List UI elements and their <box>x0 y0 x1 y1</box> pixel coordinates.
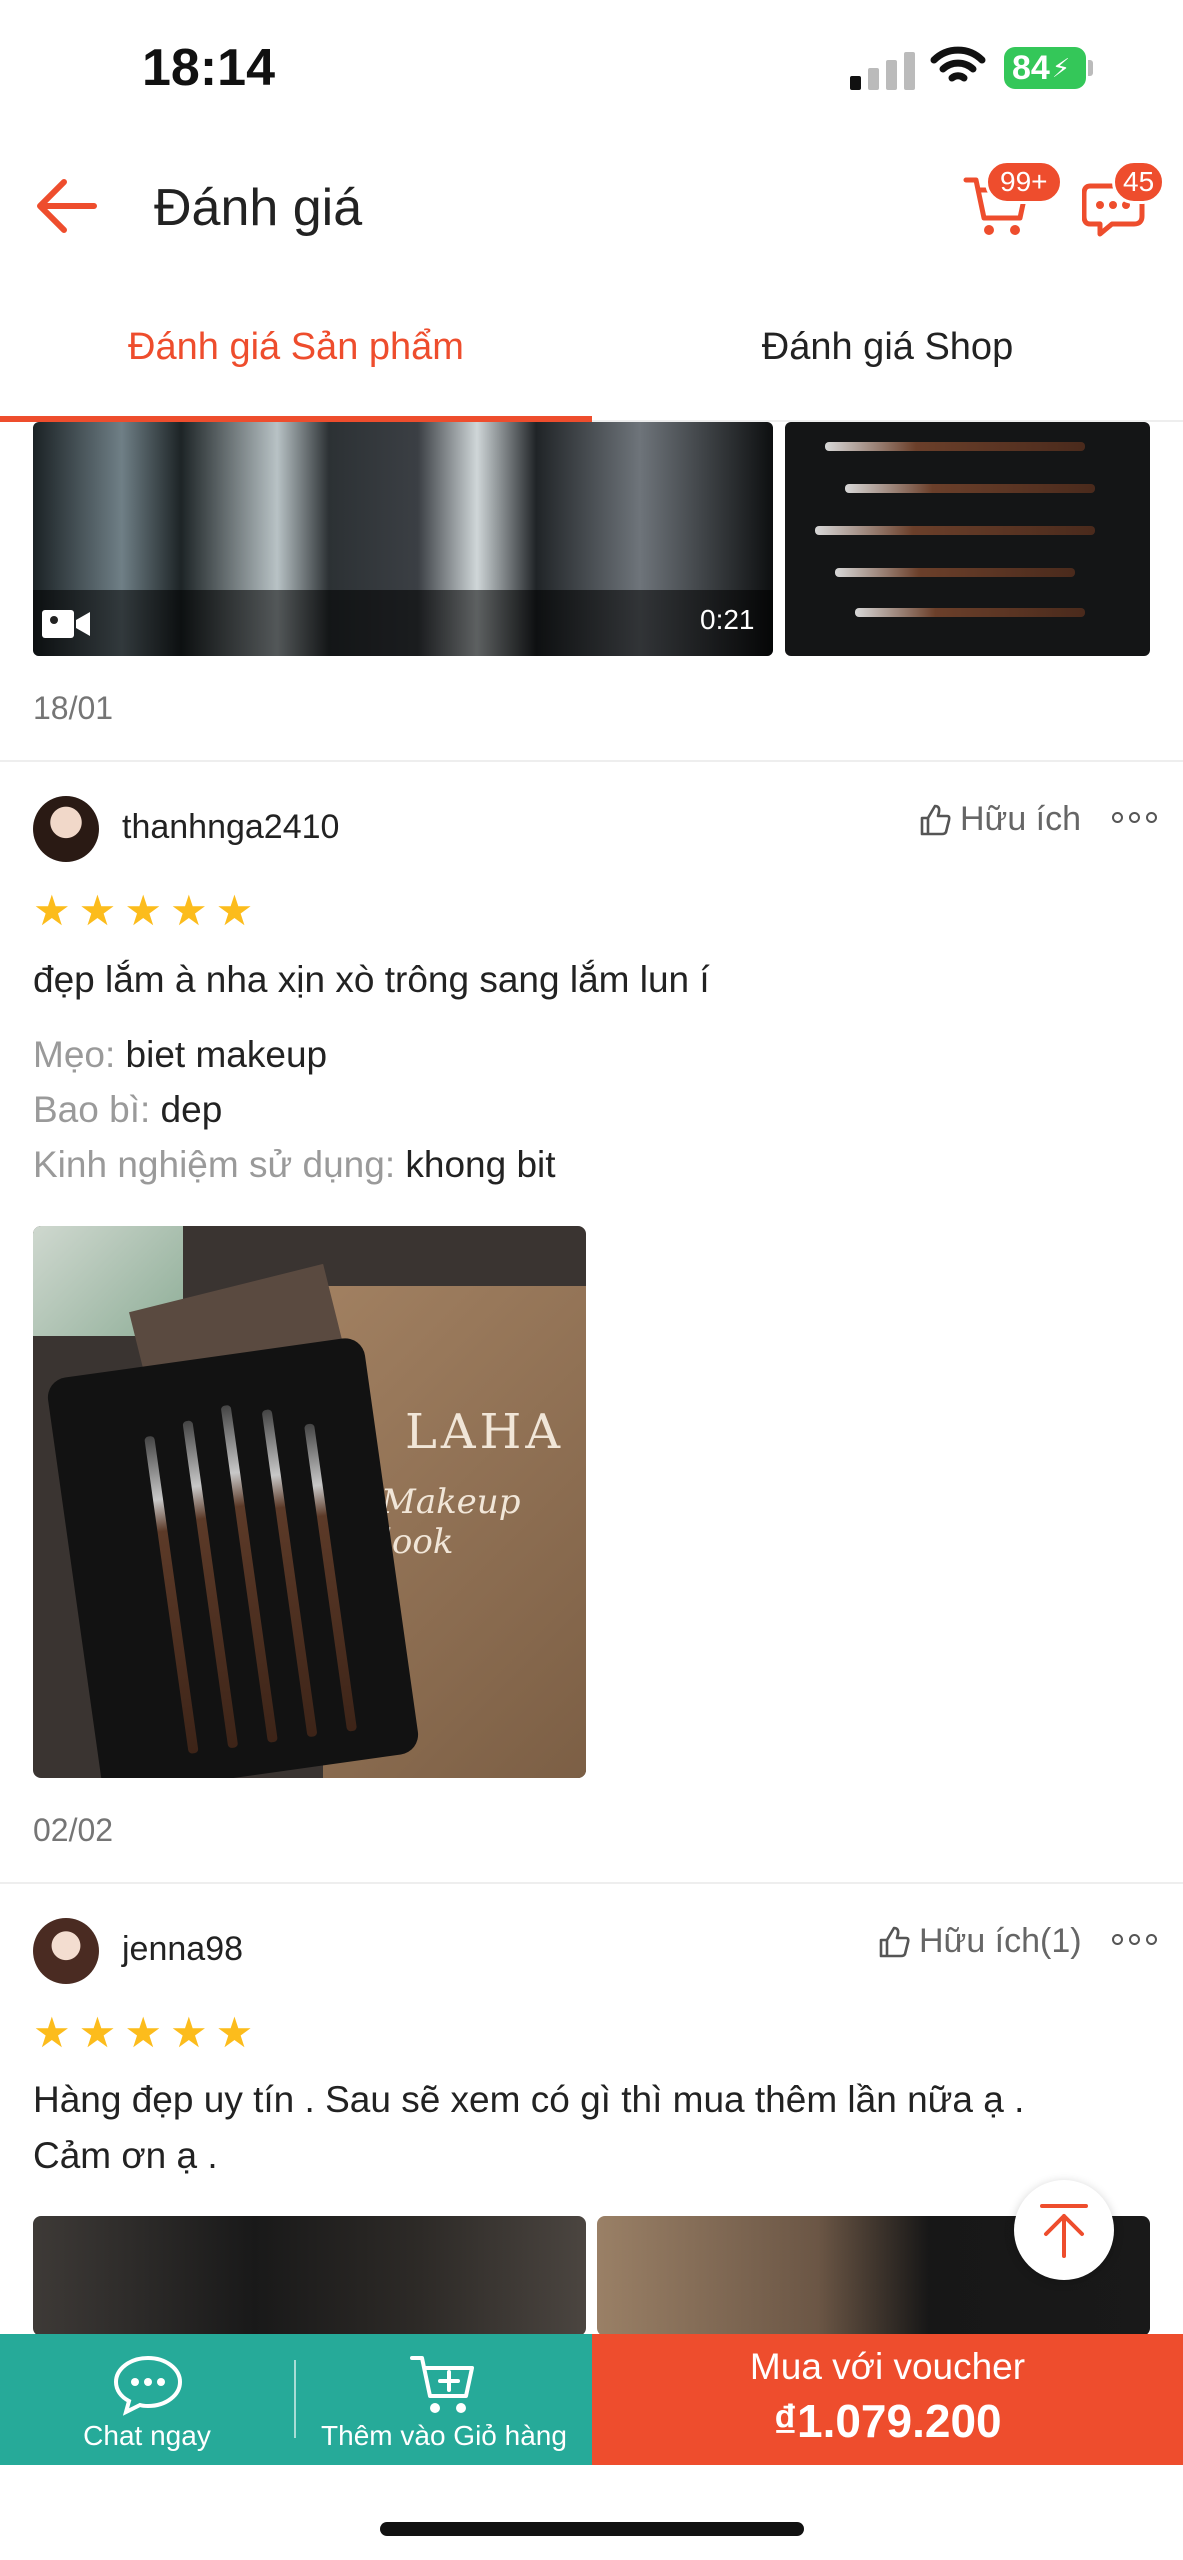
add-to-cart-icon <box>408 2352 480 2421</box>
helpful-button[interactable]: Hữu ích(1) <box>877 1922 1082 1961</box>
review-meta-tip: Mẹo: biet makeup <box>33 1034 328 1075</box>
chat-now-button[interactable]: Chat ngay <box>0 2334 294 2465</box>
star-icon: ★ <box>215 2009 254 2056</box>
arrow-up-icon <box>1040 2204 1088 2258</box>
tab-shop-reviews[interactable]: Đánh giá Shop <box>592 326 1183 369</box>
review-comment: đẹp lắm à nha xịn xò trông sang lắm lun … <box>33 959 710 1000</box>
review-photo-thumbnail[interactable] <box>785 422 1150 656</box>
avatar[interactable] <box>33 1918 99 1984</box>
review-comment-line: Cảm ơn ạ . <box>33 2135 218 2176</box>
review-date: 18/01 <box>33 690 114 726</box>
add-to-cart-button[interactable]: Thêm vào Giỏ hàng <box>296 2334 592 2465</box>
buy-with-voucher-label: Mua với voucher <box>749 2346 1026 2387</box>
video-overlay-bar <box>33 590 773 656</box>
thumbs-up-icon <box>920 804 951 835</box>
star-icon: ★ <box>124 2009 162 2056</box>
buy-price: ₫1.079.200 <box>773 2395 1002 2447</box>
wifi-icon <box>930 44 986 93</box>
chat-bubble-icon <box>112 2354 184 2421</box>
username[interactable]: jenna98 <box>122 1930 243 1969</box>
avatar[interactable] <box>33 796 99 862</box>
star-icon: ★ <box>169 2009 208 2056</box>
thumbs-up-icon <box>879 1926 910 1957</box>
star-rating: ★ ★ ★ ★ ★ <box>33 2012 253 2054</box>
helpful-button[interactable]: Hữu ích <box>918 800 1081 839</box>
review-comment-line: Hàng đẹp uy tín . Sau sẽ xem có gì thì m… <box>33 2079 1025 2120</box>
battery-icon: 84 ⚡ <box>1004 47 1086 89</box>
video-duration: 0:21 <box>700 604 755 635</box>
status-time: 18:14 <box>142 39 275 97</box>
star-icon: ★ <box>33 887 71 934</box>
star-icon: ★ <box>124 887 162 934</box>
review-photo[interactable]: LAHA Makeup look <box>33 1226 586 1778</box>
review-date: 02/02 <box>33 1812 114 1848</box>
star-icon: ★ <box>169 887 208 934</box>
chat-badge: 45 <box>1112 160 1166 204</box>
scroll-to-top-button[interactable] <box>1014 2180 1114 2280</box>
username[interactable]: thanhnga2410 <box>122 808 339 847</box>
add-to-cart-label: Thêm vào Giỏ hàng <box>321 2420 567 2451</box>
helpful-label: Hữu ích(1) <box>919 1922 1082 1960</box>
tab-product-reviews[interactable]: Đánh giá Sản phẩm <box>0 326 592 369</box>
star-icon: ★ <box>215 887 254 934</box>
review-divider <box>0 760 1183 762</box>
review-video-thumbnail[interactable] <box>33 422 773 656</box>
home-indicator <box>380 2522 804 2536</box>
review-divider <box>0 1882 1183 1884</box>
video-camera-icon <box>40 606 92 647</box>
more-options-icon[interactable] <box>1112 1934 1157 1945</box>
star-icon: ★ <box>33 2009 71 2056</box>
more-options-icon[interactable] <box>1112 812 1157 823</box>
star-icon: ★ <box>78 887 117 934</box>
star-icon: ★ <box>78 2009 117 2056</box>
review-photo[interactable] <box>33 2216 586 2336</box>
helpful-label: Hữu ích <box>960 800 1082 838</box>
review-meta-experience: Kinh nghiệm sử dụng: khong bit <box>33 1144 556 1185</box>
star-rating: ★ ★ ★ ★ ★ <box>33 890 253 932</box>
chat-now-label: Chat ngay <box>83 2420 211 2451</box>
review-meta-packaging: Bao bì: dep <box>33 1089 223 1130</box>
signal-icon <box>850 52 915 90</box>
battery-tip <box>1088 60 1093 76</box>
back-arrow-icon[interactable] <box>34 176 100 241</box>
cart-badge: 99+ <box>985 160 1063 204</box>
page-title: Đánh giá <box>154 179 363 237</box>
